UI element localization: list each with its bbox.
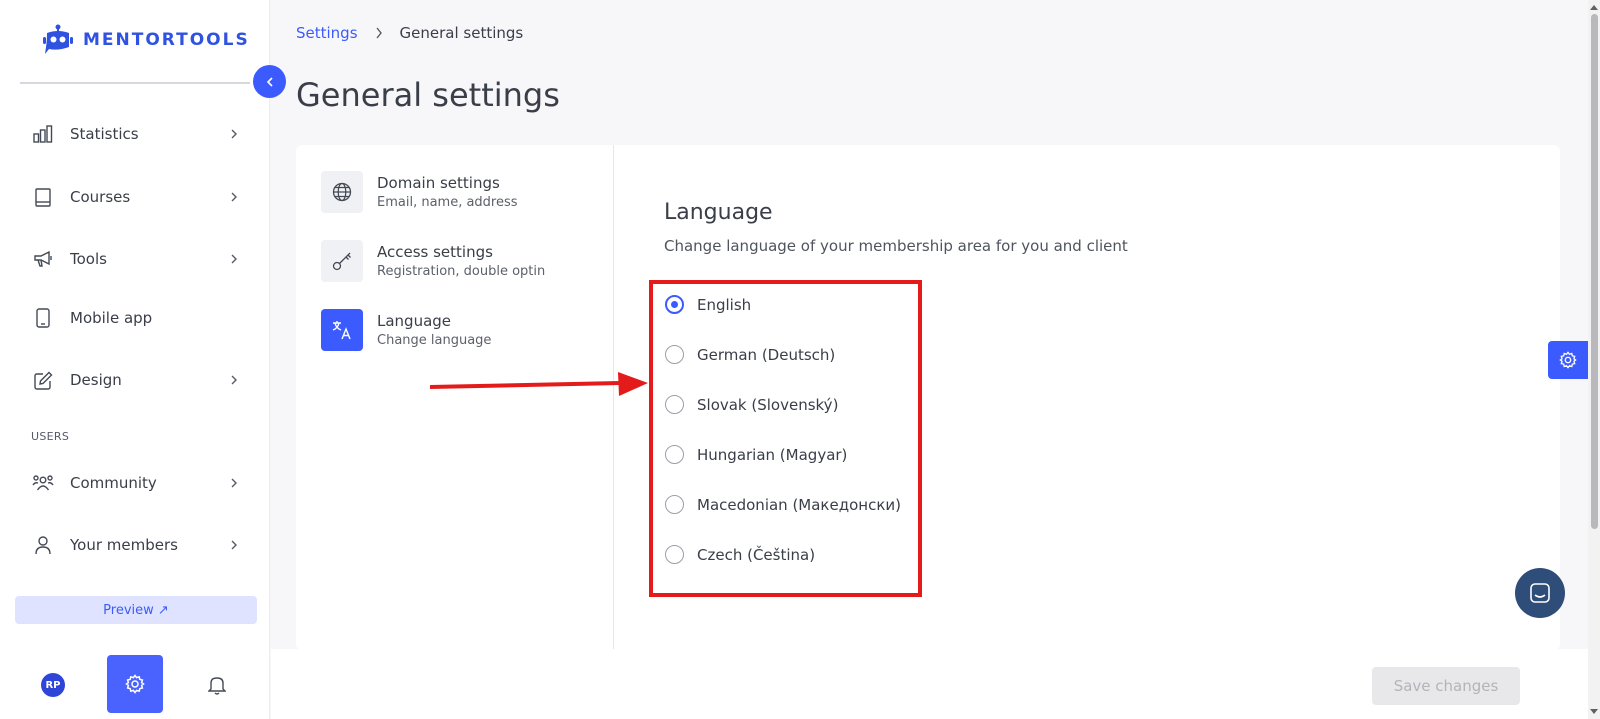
radio-button-selected[interactable] [665,295,684,314]
gear-icon [1559,351,1577,369]
radio-button[interactable] [665,545,684,564]
settings-menu-subtitle: Email, name, address [377,195,518,210]
bar-chart-icon [32,123,54,145]
chevron-left-icon [266,76,273,87]
scroll-up-icon[interactable] [1589,3,1599,11]
settings-menu-subtitle: Registration, double optin [377,264,546,279]
language-option-german[interactable]: German (Deutsch) [665,345,835,364]
language-option-label: Hungarian (Magyar) [697,445,848,464]
language-option-macedonian[interactable]: Macedonian (Македонски) [665,495,901,514]
breadcrumb: Settings General settings [296,24,523,42]
sidebar-item-label: Your members [70,536,178,554]
bell-icon [208,677,226,695]
sidebar-item-your-members[interactable]: Your members [32,530,240,560]
language-option-label: English [697,295,752,314]
user-icon [32,534,54,556]
chevron-right-icon [231,478,237,488]
gear-icon [125,674,145,694]
settings-menu-access[interactable]: Access settings Registration, double opt… [321,240,545,282]
sidebar-item-community[interactable]: Community [32,468,240,498]
scroll-down-icon[interactable] [1589,708,1599,716]
sidebar-item-courses[interactable]: Courses [32,182,240,212]
translate-icon [321,309,363,351]
language-option-label: Macedonian (Македонски) [697,495,901,514]
sidebar-item-mobile-app[interactable]: Mobile app [32,303,240,333]
sidebar-item-label: Courses [70,188,131,206]
sidebar-item-label: Statistics [70,125,139,143]
logo-text: MENTORTOOLS [83,30,250,50]
community-icon [32,472,54,494]
breadcrumb-current: General settings [399,24,524,42]
language-option-english[interactable]: English [665,295,751,314]
language-option-slovak[interactable]: Slovak (Slovenský) [665,395,838,414]
save-changes-button[interactable]: Save changes [1372,667,1520,705]
chevron-right-icon [231,129,237,139]
chevron-right-icon [231,192,237,202]
sidebar-item-label: Tools [70,250,107,268]
radio-button[interactable] [665,395,684,414]
sidebar-item-label: Design [70,371,122,389]
logo[interactable]: MENTORTOOLS [41,23,250,57]
chevron-right-icon [231,540,237,550]
chat-icon [1530,583,1550,603]
megaphone-icon [32,248,54,270]
language-option-czech[interactable]: Czech (Čeština) [665,545,815,564]
settings-menu-language[interactable]: Language Change language [321,309,491,351]
annotation-arrow-icon [429,372,648,396]
pencil-icon [32,369,54,391]
phone-icon [32,307,54,329]
sidebar-item-label: Community [70,474,157,492]
book-icon [32,186,54,208]
sidebar-item-design[interactable]: Design [32,365,240,395]
language-option-label: Czech (Čeština) [697,545,816,564]
settings-menu-subtitle: Change language [377,333,492,348]
language-option-label: German (Deutsch) [697,345,836,364]
settings-menu-title: Access settings [377,243,493,261]
floating-settings-button[interactable] [1548,341,1588,379]
settings-button[interactable] [107,655,163,713]
language-section-description: Change language of your membership area … [664,237,1128,255]
chevron-right-icon [231,375,237,385]
settings-menu-domain[interactable]: Domain settings Email, name, address [321,171,518,213]
settings-menu-title: Domain settings [377,174,500,192]
language-section-title: Language [664,200,773,225]
chevron-right-icon [375,27,382,39]
page-title: General settings [296,76,560,114]
avatar[interactable]: RP [41,673,65,697]
radio-button[interactable] [665,445,684,464]
sidebar-item-tools[interactable]: Tools [32,244,240,274]
users-section-label: USERS [31,430,70,443]
sidebar: MENTORTOOLS Statistics Courses Tools Mob… [0,0,270,719]
sidebar-item-statistics[interactable]: Statistics [32,119,240,149]
chat-widget-button[interactable] [1515,568,1565,618]
radio-button[interactable] [665,495,684,514]
preview-button[interactable]: Preview ↗ [15,596,257,624]
logo-divider [20,82,250,84]
radio-button[interactable] [665,345,684,364]
scrollbar-thumb[interactable] [1591,14,1598,529]
robot-logo-icon [43,24,73,54]
key-icon [321,240,363,282]
sidebar-item-label: Mobile app [70,309,153,327]
language-option-hungarian[interactable]: Hungarian (Magyar) [665,445,847,464]
breadcrumb-settings-link[interactable]: Settings [296,24,358,42]
chevron-right-icon [231,254,237,264]
collapse-sidebar-button[interactable] [253,65,286,98]
notifications-button[interactable] [205,673,229,697]
globe-icon [321,171,363,213]
language-option-label: Slovak (Slovenský) [697,395,839,414]
settings-menu-title: Language [377,312,452,330]
